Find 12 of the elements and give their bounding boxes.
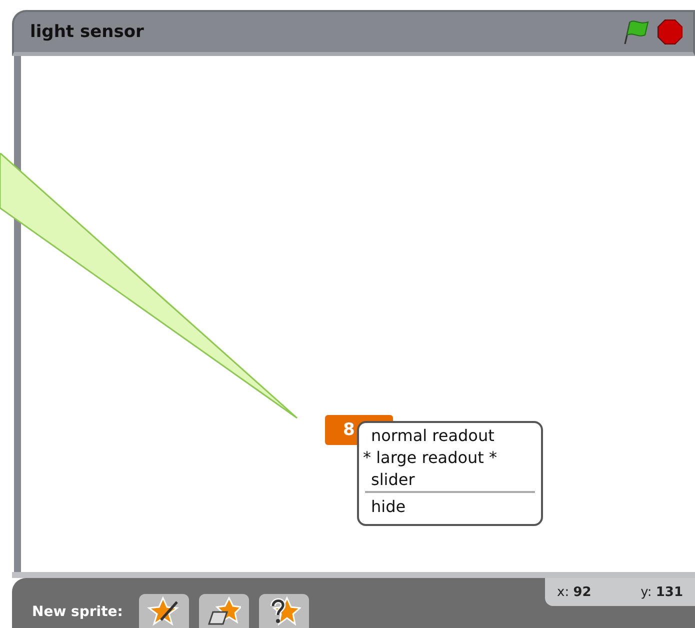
flag-icon[interactable] — [621, 19, 651, 45]
menu-item[interactable]: hide — [359, 496, 541, 518]
y-coordinate: y: 131 — [640, 584, 683, 600]
stop-icon[interactable] — [657, 19, 683, 45]
menu-item[interactable]: slider — [365, 469, 535, 493]
menu-item[interactable]: * large readout * — [359, 447, 541, 469]
surprise-sprite-button[interactable] — [258, 594, 309, 628]
paint-sprite-button[interactable] — [138, 594, 189, 628]
folder-sprite-button[interactable] — [198, 594, 249, 628]
new-sprite-label: New sprite: — [32, 604, 123, 620]
x-coordinate: x: 92 — [557, 584, 592, 600]
stage-title: light sensor — [30, 22, 145, 42]
